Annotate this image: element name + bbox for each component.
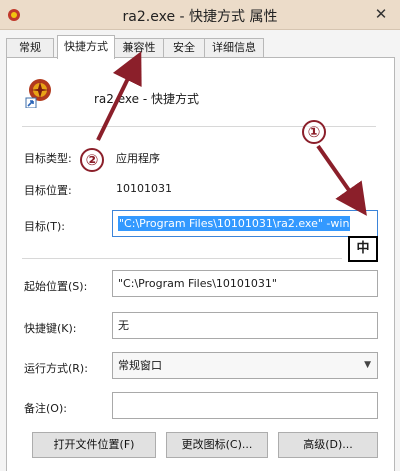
start-in-label: 起始位置(S): (24, 280, 88, 293)
tab-general[interactable]: 常规 (6, 38, 54, 58)
shortcut-name: ra2.exe - 快捷方式 (94, 92, 199, 106)
ime-indicator[interactable]: 中 (348, 236, 378, 262)
tab-compatibility[interactable]: 兼容性 (114, 38, 164, 58)
chevron-down-icon: ▼ (364, 360, 371, 370)
run-select-value: 常规窗口 (118, 359, 162, 372)
run-select[interactable]: 常规窗口 ▼ (112, 352, 378, 379)
target-label: 目标(T): (24, 220, 66, 233)
title-bar: ra2.exe - 快捷方式 属性 ✕ (0, 0, 400, 30)
target-selected-text: "C:\Program Files\10101031\ra2.exe" -win (118, 216, 351, 231)
target-location-value: 10101031 (116, 182, 172, 195)
annotation-number-2: ② (80, 148, 104, 172)
annotation-number-1: ① (302, 120, 326, 144)
target-field[interactable]: "C:\Program Files\10101031\ra2.exe" -win (112, 210, 378, 237)
change-icon-button[interactable]: 更改图标(C)... (166, 432, 268, 458)
game-icon (25, 79, 51, 108)
target-type-value: 应用程序 (116, 152, 160, 165)
run-label: 运行方式(R): (24, 362, 88, 375)
tab-details[interactable]: 详细信息 (204, 38, 264, 58)
tab-security[interactable]: 安全 (163, 38, 205, 58)
target-type-label: 目标类型: (24, 152, 72, 165)
close-button[interactable]: ✕ (370, 4, 392, 24)
advanced-button[interactable]: 高级(D)... (278, 432, 378, 458)
tab-strip: 常规 快捷方式 兼容性 安全 详细信息 (6, 35, 396, 59)
comment-field[interactable] (112, 392, 378, 419)
tab-shortcut[interactable]: 快捷方式 (57, 35, 115, 59)
divider-mid (22, 258, 342, 259)
target-location-label: 目标位置: (24, 184, 72, 197)
shortcut-key-label: 快捷键(K): (24, 322, 77, 335)
start-in-field[interactable]: "C:\Program Files\10101031" (112, 270, 378, 297)
comment-label: 备注(O): (24, 402, 67, 415)
window-title: ra2.exe - 快捷方式 属性 (122, 9, 278, 25)
open-file-location-button[interactable]: 打开文件位置(F) (32, 432, 156, 458)
shortcut-key-field[interactable]: 无 (112, 312, 378, 339)
